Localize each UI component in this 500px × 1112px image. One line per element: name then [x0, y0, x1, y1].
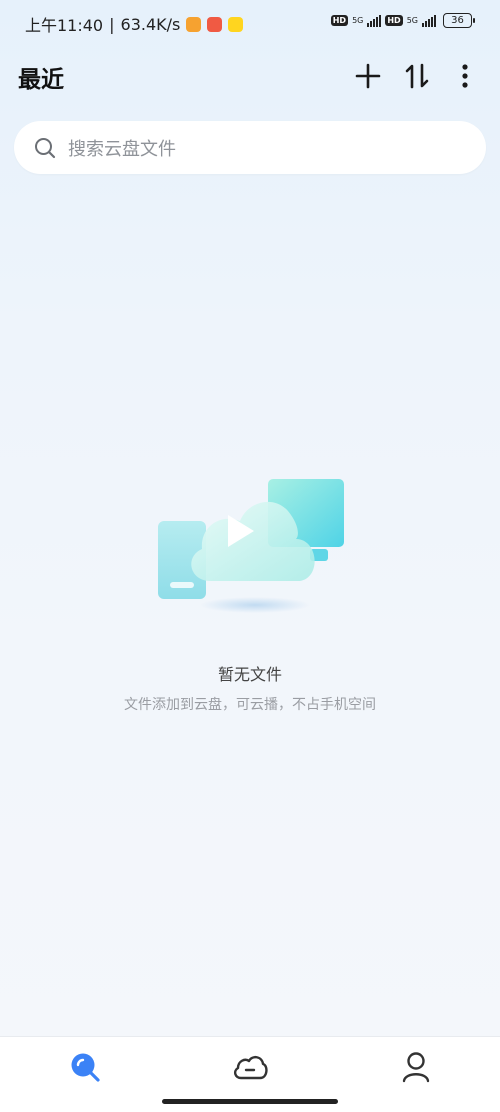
- home-indicator: [162, 1099, 338, 1104]
- cloud-devices-illustration: [150, 465, 350, 625]
- status-left: 上午11:40 | 63.4K/s: [25, 12, 244, 36]
- network-type: 5G: [406, 15, 418, 25]
- cloud-tab-icon: [233, 1056, 268, 1080]
- tab-profile[interactable]: [396, 1047, 436, 1087]
- network-speed: 63.4K/s: [120, 14, 181, 34]
- notification-app-icon: [186, 16, 202, 32]
- status-right: HD 5G HD 5G 36: [330, 13, 475, 28]
- search-input[interactable]: 搜索云盘文件: [14, 121, 486, 174]
- battery-icon: 36: [443, 13, 475, 28]
- sort-button[interactable]: [402, 60, 432, 92]
- status-time: 上午11:40: [25, 16, 104, 35]
- sort-icon: [405, 63, 429, 89]
- hd-icon: HD: [330, 15, 349, 26]
- page-title: 最近: [18, 67, 64, 93]
- signal-icon: [367, 14, 382, 27]
- profile-tab-icon: [402, 1052, 430, 1083]
- add-button[interactable]: [353, 60, 383, 92]
- empty-state-subtitle: 文件添加到云盘，可云播，不占手机空间: [124, 697, 376, 713]
- network-type: 5G: [352, 15, 364, 25]
- tab-recent[interactable]: [65, 1047, 105, 1087]
- hd-icon: HD: [385, 15, 403, 26]
- more-button[interactable]: [450, 60, 480, 92]
- signal-icon: [422, 14, 436, 27]
- tab-cloud[interactable]: [230, 1047, 270, 1087]
- notification-badge-icon: [228, 16, 244, 32]
- search-placeholder: 搜索云盘文件: [68, 138, 176, 160]
- status-separator: |: [109, 14, 115, 34]
- notification-video-icon: [207, 16, 223, 32]
- empty-state-title: 暂无文件: [217, 665, 282, 684]
- search-tab-icon: [71, 1053, 100, 1082]
- status-bar: 上午11:40 | 63.4K/s HD 5G HD 5G 36: [0, 0, 500, 44]
- plus-icon: [355, 63, 381, 89]
- search-icon: [34, 137, 56, 159]
- more-vertical-icon: [462, 64, 468, 88]
